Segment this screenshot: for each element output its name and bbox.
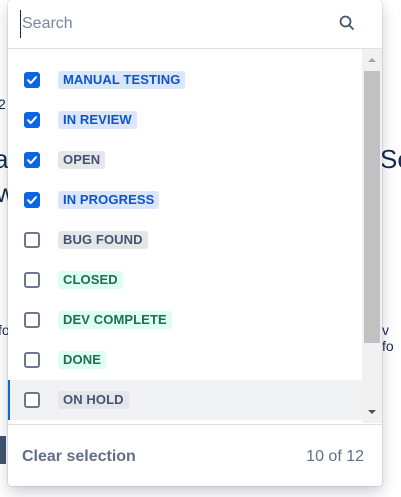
status-lozenge: IN PROGRESS bbox=[58, 191, 160, 209]
background-text-fragment: Se bbox=[380, 144, 401, 174]
status-filter-popup: MANUAL TESTING IN REVIEW OPEN IN PROGRES… bbox=[8, 0, 382, 486]
option-bug-found[interactable]: BUG FOUND bbox=[8, 220, 362, 260]
popup-footer: Clear selection 10 of 12 bbox=[8, 424, 382, 486]
checkbox-checked[interactable] bbox=[24, 72, 40, 88]
clear-selection-button[interactable]: Clear selection bbox=[22, 445, 136, 469]
status-lozenge: MANUAL TESTING bbox=[58, 71, 186, 89]
selection-count: 10 of 12 bbox=[306, 448, 364, 465]
option-closed[interactable]: CLOSED bbox=[8, 260, 362, 300]
option-on-hold[interactable]: ON HOLD bbox=[8, 380, 362, 420]
option-in-review[interactable]: IN REVIEW bbox=[8, 100, 362, 140]
checkbox-checked[interactable] bbox=[24, 112, 40, 128]
scrollbar-thumb[interactable] bbox=[364, 71, 380, 343]
status-lozenge: OPEN bbox=[58, 151, 106, 169]
status-lozenge: BUG FOUND bbox=[58, 231, 148, 249]
scroll-up-arrow-icon[interactable] bbox=[366, 53, 378, 67]
list-scrollbar[interactable] bbox=[362, 49, 382, 423]
background-text-fragment: v fo bbox=[382, 322, 394, 354]
background-text-fragment: 2 bbox=[0, 96, 6, 112]
option-dev-complete[interactable]: DEV COMPLETE bbox=[8, 300, 362, 340]
checkbox-checked[interactable] bbox=[24, 152, 40, 168]
options-list: MANUAL TESTING IN REVIEW OPEN IN PROGRES… bbox=[8, 49, 382, 423]
checkbox-unchecked[interactable] bbox=[24, 232, 40, 248]
option-open[interactable]: OPEN bbox=[8, 140, 362, 180]
status-lozenge: CLOSED bbox=[58, 271, 123, 289]
scroll-down-arrow-icon[interactable] bbox=[366, 405, 378, 419]
search-bar bbox=[8, 0, 382, 49]
checkbox-unchecked[interactable] bbox=[24, 272, 40, 288]
status-lozenge: IN REVIEW bbox=[58, 111, 137, 129]
option-manual-testing[interactable]: MANUAL TESTING bbox=[8, 60, 362, 100]
search-input[interactable] bbox=[20, 10, 322, 38]
status-lozenge: DEV COMPLETE bbox=[58, 311, 172, 329]
checkbox-unchecked[interactable] bbox=[24, 392, 40, 408]
background-chip bbox=[0, 436, 6, 464]
checkbox-unchecked[interactable] bbox=[24, 352, 40, 368]
status-lozenge: ON HOLD bbox=[58, 391, 129, 409]
checkbox-checked[interactable] bbox=[24, 192, 40, 208]
checkbox-unchecked[interactable] bbox=[24, 312, 40, 328]
option-done[interactable]: DONE bbox=[8, 340, 362, 380]
status-lozenge: DONE bbox=[58, 351, 106, 369]
search-icon[interactable] bbox=[338, 14, 356, 32]
option-in-progress[interactable]: IN PROGRESS bbox=[8, 180, 362, 220]
